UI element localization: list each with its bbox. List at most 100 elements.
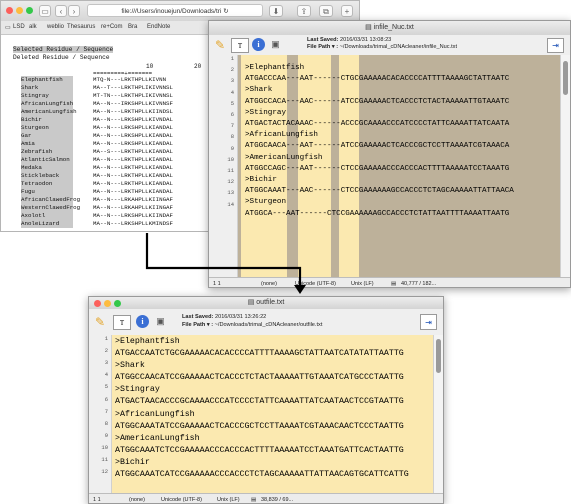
bookmark-icon[interactable]: ▭ [5, 24, 11, 31]
line-number: 12 [101, 468, 108, 476]
sequence-line: ATGGCCAGC---AAT------CTCCGAAAAACCCACCCAC… [245, 164, 510, 173]
url-bar[interactable]: file:///Users/inouejun/Downloads/tri ↻ [87, 4, 263, 17]
bookmark-item[interactable]: LSD [13, 24, 25, 30]
fasta-header-line: >Bichir [115, 457, 150, 467]
last-saved-label: Last Saved: [182, 314, 214, 320]
line-ending-menu[interactable]: Unix (LF) [217, 494, 240, 503]
cursor-position: 1 1 [213, 281, 221, 287]
fasta-header-line: >Stingray [115, 385, 160, 395]
fasta-header-line: >AmericanLungfish [245, 153, 323, 162]
language-menu[interactable]: (none) [129, 494, 145, 503]
document-icon: ▤ [247, 299, 255, 306]
line-number: 10 [101, 443, 108, 451]
file-path-label[interactable]: File Path ▾ : [182, 322, 213, 328]
sequence-line: ATGGCAAAT---AAC------CTCCGAAAAAAGCCACCCT… [245, 187, 514, 196]
bookmark-item[interactable]: alk [29, 24, 37, 30]
sequence-line: ATGACCCAA---AAT------CTGCGAAAAACACACCCCA… [245, 75, 510, 84]
pencil-icon[interactable]: ✎ [213, 38, 227, 52]
fasta-header-line: >Bichir [245, 176, 277, 185]
bookmark-item[interactable]: Thesaurus [67, 24, 95, 30]
aligned-sequence: MA--N---LRKTHPLLKIANDAL [93, 188, 174, 195]
line-number: 2 [230, 66, 234, 74]
forward-icon[interactable]: › [68, 5, 80, 17]
minimize-button[interactable] [104, 299, 111, 307]
aligned-sequence: MA--N---LRKSHPLLKMINDSF [93, 220, 174, 227]
line-number: 11 [101, 456, 108, 463]
sequence-line: ATGACCAATCTGCGAAAAACACACCCCATTTTAAAAGCTA… [115, 349, 404, 359]
close-button[interactable] [6, 7, 13, 14]
selected-header: Selected Residue / Sequence [13, 46, 114, 53]
sequence-line: ATGGCAAATCATCCGAAAAACCCACCCTCTAGCAAAAATT… [115, 470, 409, 480]
text-options-icon[interactable]: T [231, 38, 249, 53]
line-number: 9 [230, 144, 234, 152]
bookmark-item[interactable]: re+Com [101, 24, 123, 30]
browser-toolbar: ▭ ‹ › file:///Users/inouejun/Downloads/t… [1, 1, 359, 22]
minimize-button[interactable] [16, 7, 23, 14]
language-menu[interactable]: (none) [261, 278, 277, 287]
scroll-thumb[interactable] [436, 339, 441, 373]
bookmark-item[interactable]: EndNote [147, 24, 170, 30]
text-options-icon[interactable]: T [113, 315, 131, 330]
vertical-scrollbar[interactable] [560, 55, 570, 277]
line-number-gutter: 1 2 3 4 5 6 7 8 9 10 11 12 [89, 335, 112, 493]
vertical-scrollbar[interactable] [433, 335, 443, 493]
fasta-header-line: >Shark [115, 361, 145, 371]
encoding-menu[interactable]: Unicode (UTF-8) [161, 494, 202, 503]
info-icon[interactable]: i [252, 38, 265, 51]
zoom-button[interactable] [114, 299, 121, 307]
sidebar-toggle-icon[interactable]: ⇥ [547, 38, 564, 53]
column-number: 20 [194, 63, 202, 70]
scroll-thumb[interactable] [563, 61, 568, 95]
aligned-sequence: MA--S---LRKTHPLLKIANDAL [93, 148, 174, 155]
encoding-menu[interactable]: Unicode (UTF-8) [295, 278, 336, 287]
column-number: 10 [146, 63, 154, 70]
reload-icon[interactable]: ↻ [223, 8, 228, 15]
line-number: 13 [227, 189, 234, 197]
sidebar-toggle-icon[interactable]: ⇥ [420, 314, 437, 330]
back-icon[interactable]: ‹ [55, 5, 67, 17]
species-name: AfricanLungfish [21, 100, 74, 108]
aligned-sequence: MA--N---LRKSHPLLKIINDAF [93, 212, 174, 219]
zoom-button[interactable] [26, 7, 33, 14]
document-save-icon[interactable]: ▣ [269, 38, 282, 51]
last-saved-label: Last Saved: [307, 37, 339, 43]
deleted-header: Deleted Residue / Sequence [13, 54, 110, 61]
aligned-sequence: MA--N---LRKTHPLLKIINDSL [93, 108, 174, 115]
document-stats: 40,777 / 182... [401, 281, 437, 287]
species-name: Tetraodon [21, 180, 73, 188]
document-stats-icon: ▤ [251, 497, 257, 503]
window-titlebar: ▤ infile_Nuc.txt [209, 21, 570, 36]
url-text: file:///Users/inouejun/Downloads/tri [121, 8, 222, 15]
close-button[interactable] [94, 299, 101, 307]
text-content: >Elephantfish ATGACCAATCTGCGAAAAACACACCCC… [115, 336, 435, 481]
fasta-header-line: >Sturgeon [245, 198, 287, 207]
sequence-line: ATGACTAACACCCGCAAAACCCATCCCCTATTCAAAATTA… [115, 397, 404, 407]
species-name: Zebrafish [21, 148, 73, 156]
species-name: Fugu [21, 188, 73, 196]
new-tab-icon[interactable]: + [341, 5, 353, 17]
window-title: outfile.txt [256, 299, 285, 306]
line-number: 2 [104, 347, 108, 355]
sequence-line: ATGGCA---AAT------CTCCGAAAAAAGCCACCCTCTA… [245, 209, 510, 218]
infile-editor-window: ▤ infile_Nuc.txt ✎ T i ▣ Last Saved: 201… [208, 20, 571, 288]
download-icon[interactable]: ⬇ [269, 5, 283, 17]
line-number: 7 [230, 122, 234, 130]
line-number: 3 [230, 77, 234, 85]
outfile-editor-window: ▤ outfile.txt ✎ T i ▣ Last Saved: 2016/0… [88, 296, 444, 504]
sidebar-icon[interactable]: ▭ [39, 5, 51, 17]
document-save-icon[interactable]: ▣ [154, 315, 167, 328]
bookmark-item[interactable]: weblio [47, 24, 64, 30]
file-path-label[interactable]: File Path ▾ : [307, 44, 338, 50]
species-name: WesternClawedFrog [21, 204, 81, 212]
last-saved-value: 2016/03/31 13:08:23 [339, 37, 392, 43]
line-number: 11 [227, 167, 234, 174]
pencil-icon[interactable]: ✎ [93, 315, 107, 329]
file-info: Last Saved: 2016/03/31 13:08:23 File Pat… [307, 37, 457, 51]
share-icon[interactable]: ⇪ [297, 5, 311, 17]
tabs-icon[interactable]: ⧉ [319, 5, 333, 17]
info-icon[interactable]: i [136, 315, 149, 328]
species-name: Amia [21, 140, 73, 148]
bookmark-item[interactable]: Bra [128, 24, 137, 30]
line-ending-menu[interactable]: Unix (LF) [351, 278, 374, 287]
aligned-sequence: MA--N---LRKSHPLLKIVNDAL [93, 116, 174, 123]
